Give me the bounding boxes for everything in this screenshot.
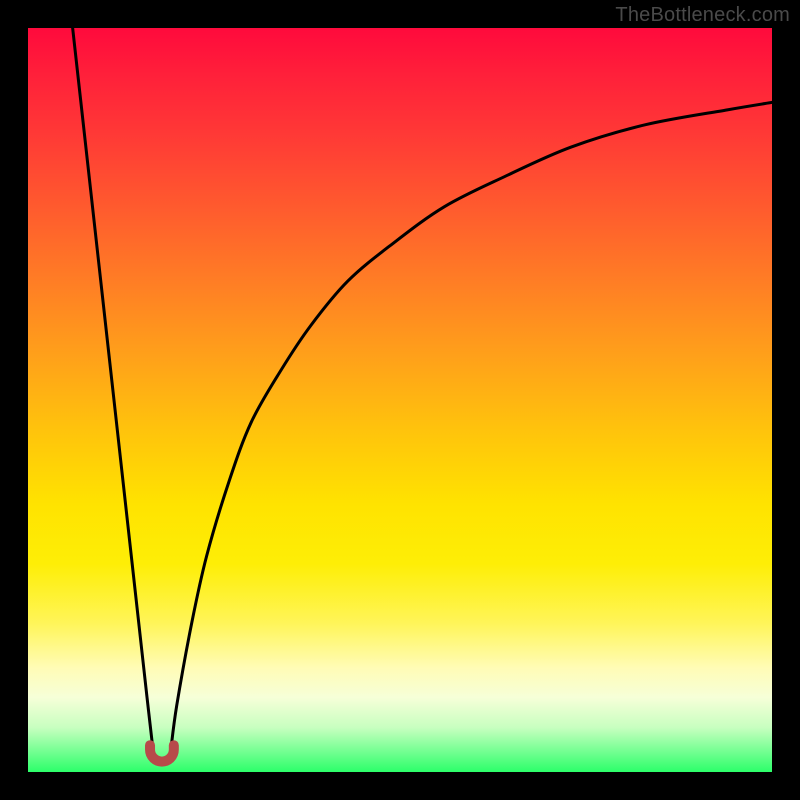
chart-frame: TheBottleneck.com	[0, 0, 800, 800]
bottleneck-curve	[28, 28, 772, 772]
plot-area	[28, 28, 772, 772]
watermark-text: TheBottleneck.com	[615, 4, 790, 27]
curve-left-branch	[73, 28, 153, 750]
tip-notch	[150, 745, 174, 761]
curve-right-branch	[171, 102, 772, 749]
